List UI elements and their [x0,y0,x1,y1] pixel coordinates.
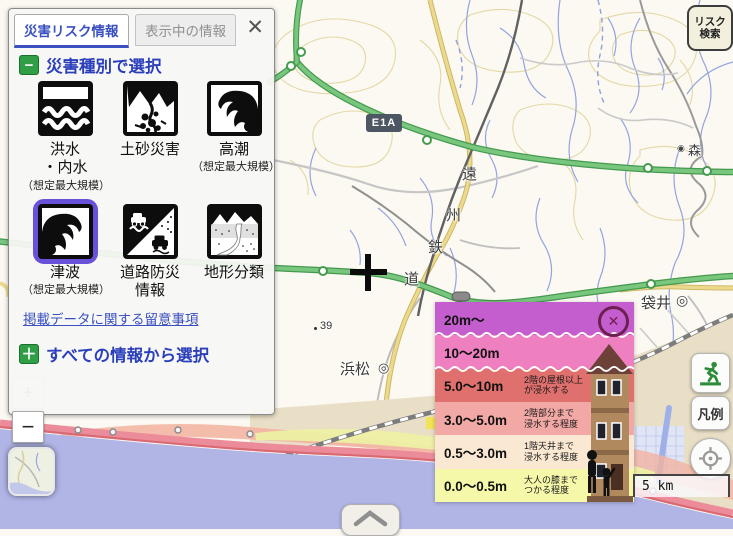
fukuroi-label: 袋井 [641,292,671,313]
expand-icon[interactable]: ＋ [19,344,39,364]
disaster-type-landform[interactable]: 地形分類 [202,199,267,302]
minimap-toggle-button[interactable] [8,447,55,496]
minimap-thumbnail [10,449,53,494]
collapse-icon[interactable]: − [19,55,39,75]
disaster-type-storm-surge[interactable]: 高潮 （想定最大規模） [192,76,276,199]
landslide-icon [123,81,178,136]
zoom-out-button[interactable]: − [12,411,44,443]
panel-tab-bar: 災害リスク情報 表示中の情報 [14,14,269,44]
legend-button[interactable]: 凡例 [691,396,730,430]
railway-name-char: 遠 [462,163,477,184]
disaster-type-grid: 洪水 ・内水 （想定最大規模） 土砂災害 高潮 （想定最大規模） 津波 （想定最… [22,76,276,302]
elevation-dot [314,327,317,330]
section-select-by-type: − 災害種別で選択 [19,53,162,77]
running-person-icon [697,360,724,387]
mori-town-mark: ◉ [677,143,685,154]
data-notice-link[interactable]: 掲載データに関する留意事項 [23,308,199,328]
risk-search-button[interactable]: リスク 検索 [687,5,733,51]
people-illustration [582,448,616,500]
disaster-type-road-info[interactable]: 道路防災 情報 [118,199,183,302]
section-title: 災害種別で選択 [46,53,162,77]
tsunami-icon [38,204,93,259]
tunnel-symbol [452,292,470,301]
railway-name-char: 州 [446,204,461,225]
road-disaster-icon [123,204,178,259]
locate-icon [697,445,724,472]
legend-row: 20m～ ✕ [435,302,634,335]
tab-disaster-risk-info[interactable]: 災害リスク情報 [14,14,129,48]
section-select-all-info: ＋ すべての情報から選択 [19,342,209,366]
storm-surge-icon [207,81,262,136]
railway-name-char: 鉄 [428,236,443,257]
expressway-badge: E1A [366,114,402,132]
wave-separator [435,365,634,373]
disaster-type-tsunami[interactable]: 津波 （想定最大規模） [22,199,108,302]
close-icon[interactable]: ✕ [246,17,264,38]
tsunami-depth-legend: 20m～ ✕ 10～20m 5.0～10m 2階の屋根以上 が浸水する 3.0～… [435,302,634,502]
hamamatsu-city-mark: ◎ [378,360,389,376]
map-crosshair [365,254,371,291]
legend-close-icon[interactable]: ✕ [598,306,629,337]
fukuroi-city-mark: ◎ [676,292,688,309]
disaster-risk-panel: 災害リスク情報 表示中の情報 ✕ − 災害種別で選択 洪水 ・内水 （想定最大規… [8,8,275,415]
collapse-search-button[interactable] [341,504,400,536]
current-location-button[interactable] [690,438,731,479]
hamamatsu-label: 浜松 [340,358,370,379]
railway-name-char: 道 [404,268,419,289]
disaster-type-flood[interactable]: 洪水 ・内水 （想定最大規模） [22,76,108,199]
section-title: すべての情報から選択 [46,342,209,366]
disaster-type-landslide[interactable]: 土砂災害 [118,76,183,199]
tab-displayed-info[interactable]: 表示中の情報 [135,14,236,46]
map-scale-bar: 5 km [633,474,730,497]
mori-label: 森 [688,140,701,159]
flood-icon [38,81,93,136]
evacuation-site-button[interactable] [691,353,730,393]
chevron-up-icon [342,505,399,531]
elevation-label: 39 [320,320,332,332]
landform-icon [207,204,262,259]
